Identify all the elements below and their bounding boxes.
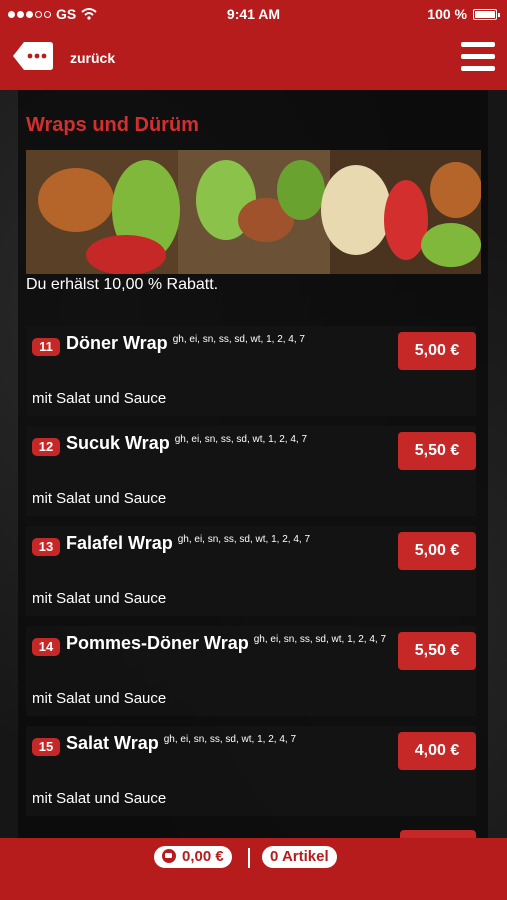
battery-icon bbox=[473, 8, 500, 20]
item-title: Pommes-Döner Wrap gh, ei, sn, ss, sd, wt… bbox=[32, 632, 392, 654]
footer-divider bbox=[248, 848, 250, 868]
section-title: Wraps und Dürüm bbox=[26, 114, 199, 136]
menu-item[interactable]: Salat Wrap gh, ei, sn, ss, sd, wt, 1, 2,… bbox=[26, 726, 476, 816]
item-allergens: gh, ei, sn, ss, sd, wt, 1, 2, 4, 7 bbox=[174, 434, 308, 445]
item-number-badge: 12 bbox=[32, 438, 60, 456]
menu-item[interactable]: Döner Wrap gh, ei, sn, ss, sd, wt, 1, 2,… bbox=[26, 326, 476, 416]
item-title: Salat Wrap gh, ei, sn, ss, sd, wt, 1, 2,… bbox=[32, 732, 392, 754]
cart-footer: 0,00 € 0 Artikel bbox=[0, 838, 507, 900]
category-banner-image bbox=[26, 150, 481, 274]
status-bar: GS 9:41 AM 100 % bbox=[0, 0, 507, 28]
back-tag-icon[interactable] bbox=[12, 40, 54, 72]
item-description: mit Salat und Sauce bbox=[32, 390, 167, 407]
item-allergens: gh, ei, sn, ss, sd, wt, 1, 2, 4, 7 bbox=[163, 734, 297, 745]
add-to-cart-price-button[interactable]: 5,00 € bbox=[398, 532, 476, 570]
cart-total-button[interactable]: 0,00 € bbox=[154, 846, 232, 868]
item-allergens: gh, ei, sn, ss, sd, wt, 1, 2, 4, 7 bbox=[253, 634, 387, 645]
nav-bar: zurück bbox=[0, 28, 507, 90]
item-description: mit Salat und Sauce bbox=[32, 490, 167, 507]
item-name: Falafel Wrap bbox=[66, 533, 173, 553]
item-number-badge: 14 bbox=[32, 638, 60, 656]
menu-item[interactable]: Falafel Wrap gh, ei, sn, ss, sd, wt, 1, … bbox=[26, 526, 476, 616]
item-number-badge: 11 bbox=[32, 338, 60, 356]
discount-text: Du erhälst 10,00 % Rabatt. bbox=[26, 276, 219, 293]
menu-item[interactable]: Sucuk Wrap gh, ei, sn, ss, sd, wt, 1, 2,… bbox=[26, 426, 476, 516]
item-allergens: gh, ei, sn, ss, sd, wt, 1, 2, 4, 7 bbox=[172, 334, 305, 345]
next-item-price-peek bbox=[400, 830, 476, 838]
battery-label: 100 % bbox=[427, 6, 467, 22]
item-number-badge: 15 bbox=[32, 738, 60, 756]
cart-icon bbox=[162, 849, 176, 863]
back-button-label[interactable]: zurück bbox=[70, 50, 115, 66]
status-right: 100 % bbox=[427, 6, 500, 22]
add-to-cart-price-button[interactable]: 5,50 € bbox=[398, 632, 476, 670]
add-to-cart-price-button[interactable]: 5,50 € bbox=[398, 432, 476, 470]
item-title: Sucuk Wrap gh, ei, sn, ss, sd, wt, 1, 2,… bbox=[32, 432, 392, 454]
item-name: Döner Wrap bbox=[66, 333, 168, 353]
item-allergens: gh, ei, sn, ss, sd, wt, 1, 2, 4, 7 bbox=[177, 534, 311, 545]
article-count-button[interactable]: 0 Artikel bbox=[262, 846, 337, 868]
item-description: mit Salat und Sauce bbox=[32, 590, 167, 607]
add-to-cart-price-button[interactable]: 4,00 € bbox=[398, 732, 476, 770]
item-name: Pommes-Döner Wrap bbox=[66, 633, 249, 653]
item-description: mit Salat und Sauce bbox=[32, 790, 167, 807]
item-description: mit Salat und Sauce bbox=[32, 690, 167, 707]
menu-content[interactable]: Wraps und Dürüm Du erhälst 10,00 % Rabat… bbox=[0, 90, 507, 838]
cart-total-label: 0,00 € bbox=[182, 848, 224, 865]
item-number-badge: 13 bbox=[32, 538, 60, 556]
menu-item[interactable]: Pommes-Döner Wrap gh, ei, sn, ss, sd, wt… bbox=[26, 626, 476, 716]
add-to-cart-price-button[interactable]: 5,00 € bbox=[398, 332, 476, 370]
item-title: Falafel Wrap gh, ei, sn, ss, sd, wt, 1, … bbox=[32, 532, 392, 554]
item-name: Sucuk Wrap bbox=[66, 433, 170, 453]
item-title: Döner Wrap gh, ei, sn, ss, sd, wt, 1, 2,… bbox=[32, 332, 392, 354]
hamburger-menu-icon[interactable] bbox=[461, 42, 495, 72]
item-name: Salat Wrap bbox=[66, 733, 159, 753]
